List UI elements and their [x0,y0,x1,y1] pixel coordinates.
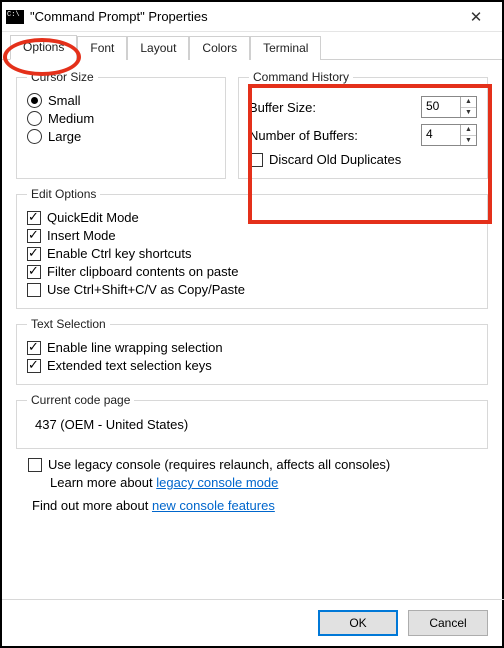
radio-medium-label: Medium [48,111,94,126]
legend-edit-options: Edit Options [27,187,100,201]
legend-text-selection: Text Selection [27,317,110,331]
label-extended-selection: Extended text selection keys [47,358,212,373]
label-line-wrap: Enable line wrapping selection [47,340,223,355]
check-row-quickedit[interactable]: QuickEdit Mode [27,210,477,225]
radio-small[interactable] [27,93,42,108]
spinner-buffer-size[interactable]: 50 ▲▼ [421,96,477,118]
link-new-console-features[interactable]: new console features [152,498,275,513]
tab-bar: Options Font Layout Colors Terminal [2,32,502,60]
tab-font[interactable]: Font [77,36,127,60]
checkbox-quickedit[interactable] [27,211,41,225]
cmd-icon [6,10,24,24]
group-edit-options: Edit Options QuickEdit Mode Insert Mode … [16,187,488,309]
label-filter-clipboard: Filter clipboard contents on paste [47,264,239,279]
checkbox-ctrl-shortcuts[interactable] [27,247,41,261]
ok-button[interactable]: OK [318,610,398,636]
titlebar: "Command Prompt" Properties ✕ [2,2,502,32]
learn-more-legacy: Learn more about legacy console mode [50,475,484,490]
label-ctrl-shortcuts: Enable Ctrl key shortcuts [47,246,192,261]
find-out-more: Find out more about new console features [32,498,488,513]
check-row-ctrl-shortcuts[interactable]: Enable Ctrl key shortcuts [27,246,477,261]
label-discard-duplicates: Discard Old Duplicates [269,152,401,167]
close-button[interactable]: ✕ [456,3,496,31]
checkbox-extended-selection[interactable] [27,359,41,373]
radio-large-label: Large [48,129,81,144]
spinner-buffer-size-arrows[interactable]: ▲▼ [460,97,476,117]
group-code-page: Current code page 437 (OEM - United Stat… [16,393,488,449]
check-row-insert-mode[interactable]: Insert Mode [27,228,477,243]
link-legacy-console-mode[interactable]: legacy console mode [156,475,278,490]
radio-row-small[interactable]: Small [27,93,215,108]
checkbox-filter-clipboard[interactable] [27,265,41,279]
legend-code-page: Current code page [27,393,134,407]
check-row-line-wrap[interactable]: Enable line wrapping selection [27,340,477,355]
tab-colors[interactable]: Colors [189,36,250,60]
label-ctrl-shift-cv: Use Ctrl+Shift+C/V as Copy/Paste [47,282,245,297]
radio-large[interactable] [27,129,42,144]
spinner-number-of-buffers-value[interactable]: 4 [422,125,460,145]
label-legacy-console: Use legacy console (requires relaunch, a… [48,457,390,472]
checkbox-discard-duplicates[interactable] [249,153,263,167]
find-out-more-prefix: Find out more about [32,498,152,513]
radio-medium[interactable] [27,111,42,126]
window-title: "Command Prompt" Properties [30,9,456,24]
group-command-history: Command History Buffer Size: 50 ▲▼ Numbe… [238,70,488,179]
radio-small-label: Small [48,93,81,108]
tab-terminal[interactable]: Terminal [250,36,321,60]
legend-command-history: Command History [249,70,353,84]
check-row-extended-selection[interactable]: Extended text selection keys [27,358,477,373]
label-number-of-buffers: Number of Buffers: [249,128,421,143]
check-row-discard-duplicates[interactable]: Discard Old Duplicates [249,152,477,167]
check-row-ctrl-shift-cv[interactable]: Use Ctrl+Shift+C/V as Copy/Paste [27,282,477,297]
spinner-number-of-buffers[interactable]: 4 ▲▼ [421,124,477,146]
tab-layout[interactable]: Layout [127,36,189,60]
spinner-buffer-size-value[interactable]: 50 [422,97,460,117]
check-row-filter-clipboard[interactable]: Filter clipboard contents on paste [27,264,477,279]
group-cursor-size: Cursor Size Small Medium Large [16,70,226,179]
label-insert-mode: Insert Mode [47,228,116,243]
checkbox-insert-mode[interactable] [27,229,41,243]
checkbox-ctrl-shift-cv[interactable] [27,283,41,297]
learn-more-prefix: Learn more about [50,475,156,490]
button-bar: OK Cancel [318,610,488,636]
legend-cursor-size: Cursor Size [27,70,98,84]
check-row-legacy-console[interactable]: Use legacy console (requires relaunch, a… [28,457,484,472]
checkbox-line-wrap[interactable] [27,341,41,355]
radio-row-medium[interactable]: Medium [27,111,215,126]
spinner-number-of-buffers-arrows[interactable]: ▲▼ [460,125,476,145]
cancel-button[interactable]: Cancel [408,610,488,636]
label-quickedit: QuickEdit Mode [47,210,139,225]
group-text-selection: Text Selection Enable line wrapping sele… [16,317,488,385]
button-separator [2,599,504,600]
checkbox-legacy-console[interactable] [28,458,42,472]
label-buffer-size: Buffer Size: [249,100,421,115]
code-page-value: 437 (OEM - United States) [27,413,477,440]
radio-row-large[interactable]: Large [27,129,215,144]
tab-options[interactable]: Options [10,35,77,60]
